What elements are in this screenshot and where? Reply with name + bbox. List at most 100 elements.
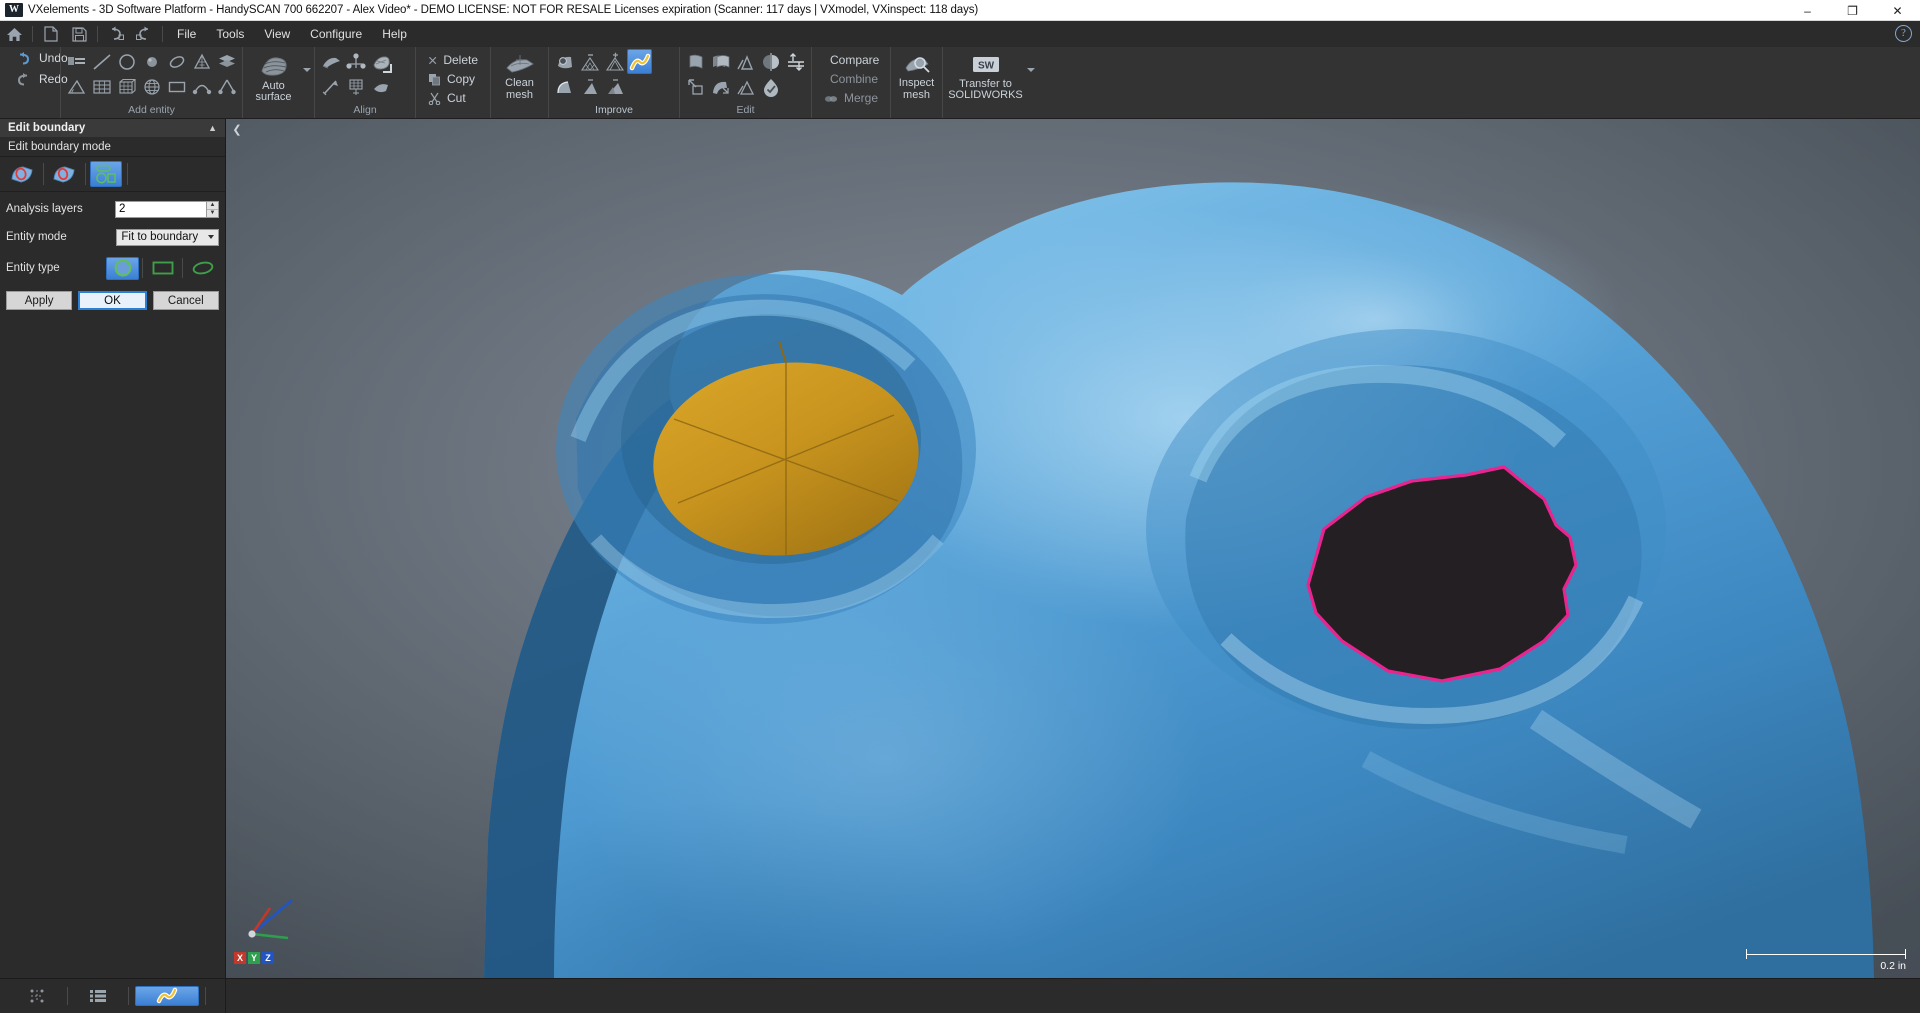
compare-button[interactable]: Compare	[820, 51, 882, 69]
auto-surface-dropdown-icon[interactable]	[303, 68, 311, 72]
home-icon[interactable]	[1, 22, 27, 46]
save-icon[interactable]	[66, 22, 92, 46]
scale-bar-mid	[1746, 954, 1906, 955]
cancel-button[interactable]: Cancel	[153, 291, 219, 310]
align-surface-icon[interactable]	[318, 49, 343, 74]
mode-entity-boundary[interactable]	[90, 161, 122, 187]
menu-file[interactable]: File	[167, 23, 206, 45]
close-button[interactable]: ✕	[1875, 0, 1920, 21]
split-mesh-icon[interactable]	[733, 49, 758, 74]
combine-button[interactable]: Combine	[820, 70, 882, 88]
chevron-up-icon[interactable]: ▲	[208, 124, 217, 133]
add-rectangle-icon[interactable]	[164, 74, 189, 99]
add-line-icon[interactable]	[89, 49, 114, 74]
3d-scan-mesh	[226, 119, 1920, 978]
menu-configure[interactable]: Configure	[300, 23, 372, 45]
new-document-icon[interactable]	[38, 22, 64, 46]
clean-mesh-button[interactable]: Clean mesh	[494, 49, 545, 101]
cut-label: Cut	[447, 91, 466, 105]
add-globe-icon[interactable]	[139, 74, 164, 99]
help-icon[interactable]: ?	[1895, 25, 1912, 42]
copy-label: Copy	[447, 72, 475, 86]
scale-mesh-icon[interactable]	[683, 74, 708, 99]
offset-surface-icon[interactable]	[708, 49, 733, 74]
stepper-down-icon[interactable]: ▼	[207, 209, 218, 217]
apply-button[interactable]: Apply	[6, 291, 72, 310]
add-arc-points-icon[interactable]	[189, 74, 214, 99]
add-angle-icon[interactable]	[64, 74, 89, 99]
window-controls: – ❐ ✕	[1785, 0, 1920, 21]
validate-mesh-icon[interactable]	[758, 74, 783, 99]
analysis-layers-input[interactable]	[115, 201, 206, 218]
panel-collapse-button[interactable]: ❮	[230, 121, 244, 137]
add-measurement-icon[interactable]	[64, 49, 89, 74]
menu-tools[interactable]: Tools	[206, 23, 254, 45]
transfer-dropdown-icon[interactable]	[1027, 68, 1035, 72]
entity-type-slot[interactable]	[186, 257, 219, 280]
extrude-surface-icon[interactable]	[683, 49, 708, 74]
axis-label-x: X	[234, 952, 246, 964]
auto-surface-label-1: Auto	[262, 80, 285, 92]
align-grid-icon[interactable]	[343, 74, 368, 99]
align-reference-icon[interactable]	[368, 74, 393, 99]
inspect-mesh-button[interactable]: Inspect mesh	[894, 49, 939, 101]
bend-surface-icon[interactable]	[708, 74, 733, 99]
status-bar	[0, 978, 1920, 1013]
list-view-button[interactable]	[74, 986, 122, 1006]
align-best-fit-icon[interactable]	[368, 49, 393, 74]
stepper-up-icon[interactable]: ▲	[207, 202, 218, 209]
entity-type-rectangle[interactable]	[146, 257, 179, 280]
transfer-solidworks-button[interactable]: SW Transfer to SOLIDWORKS	[946, 52, 1025, 102]
add-vertex-points-icon[interactable]	[214, 74, 239, 99]
copy-button[interactable]: Copy	[424, 70, 482, 88]
mirror-mesh-icon[interactable]	[758, 49, 783, 74]
align-axes-icon[interactable]	[343, 49, 368, 74]
redo-arrow-icon[interactable]	[131, 22, 157, 46]
delete-button[interactable]: Delete	[424, 51, 482, 69]
refine-mesh-icon[interactable]	[602, 49, 627, 74]
stepper-buttons[interactable]: ▲ ▼	[206, 201, 219, 218]
add-cone-icon[interactable]	[189, 49, 214, 74]
flip-normals-icon[interactable]	[783, 49, 808, 74]
remove-spikes-icon[interactable]	[602, 74, 627, 99]
title-bar: VXelements - 3D Software Platform - Hand…	[0, 0, 1920, 21]
add-ellipse-icon[interactable]	[164, 49, 189, 74]
3d-viewport[interactable]: ❮	[226, 119, 1920, 978]
boundary-tool-view-button[interactable]	[135, 986, 199, 1006]
merge-button[interactable]: Merge	[820, 89, 882, 107]
add-circle-icon[interactable]	[114, 49, 139, 74]
minimize-button[interactable]: –	[1785, 0, 1830, 21]
decimate-mesh-icon[interactable]	[577, 49, 602, 74]
entity-type-row: Entity type	[0, 254, 225, 282]
axis-label-z: Z	[262, 952, 274, 964]
panel-title: Edit boundary	[8, 122, 85, 134]
edit-boundary-mode-group	[0, 157, 225, 192]
entity-mode-select[interactable]: Fit to boundary	[116, 229, 219, 246]
menu-view[interactable]: View	[254, 23, 300, 45]
remove-peaks-icon[interactable]	[577, 74, 602, 99]
add-grid-plane-icon[interactable]	[89, 74, 114, 99]
entity-type-circle[interactable]	[106, 257, 139, 280]
auto-surface-button[interactable]: Auto surface	[246, 50, 301, 104]
ok-button[interactable]: OK	[78, 291, 146, 310]
ribbon-group-edit: Edit	[679, 47, 811, 118]
smooth-boundary-icon[interactable]	[552, 74, 577, 99]
add-sphere-icon[interactable]	[139, 49, 164, 74]
add-box-mesh-icon[interactable]	[114, 74, 139, 99]
edit-boundary-icon[interactable]	[627, 49, 652, 74]
divider	[127, 163, 128, 185]
menu-help[interactable]: Help	[372, 23, 417, 45]
align-move-icon[interactable]	[318, 74, 343, 99]
scan-points-view-button[interactable]	[13, 986, 61, 1006]
divider	[85, 163, 86, 185]
undo-arrow-icon[interactable]	[103, 22, 129, 46]
subdivide-icon[interactable]	[733, 74, 758, 99]
maximize-button[interactable]: ❐	[1830, 0, 1875, 21]
cut-button[interactable]: Cut	[424, 89, 482, 107]
compare-label: Compare	[830, 53, 879, 67]
mode-fill-boundary[interactable]	[6, 161, 38, 187]
mode-trim-boundary[interactable]	[48, 161, 80, 187]
analysis-layers-stepper[interactable]: ▲ ▼	[115, 201, 219, 218]
add-layers-icon[interactable]	[214, 49, 239, 74]
fill-hole-icon[interactable]	[552, 49, 577, 74]
